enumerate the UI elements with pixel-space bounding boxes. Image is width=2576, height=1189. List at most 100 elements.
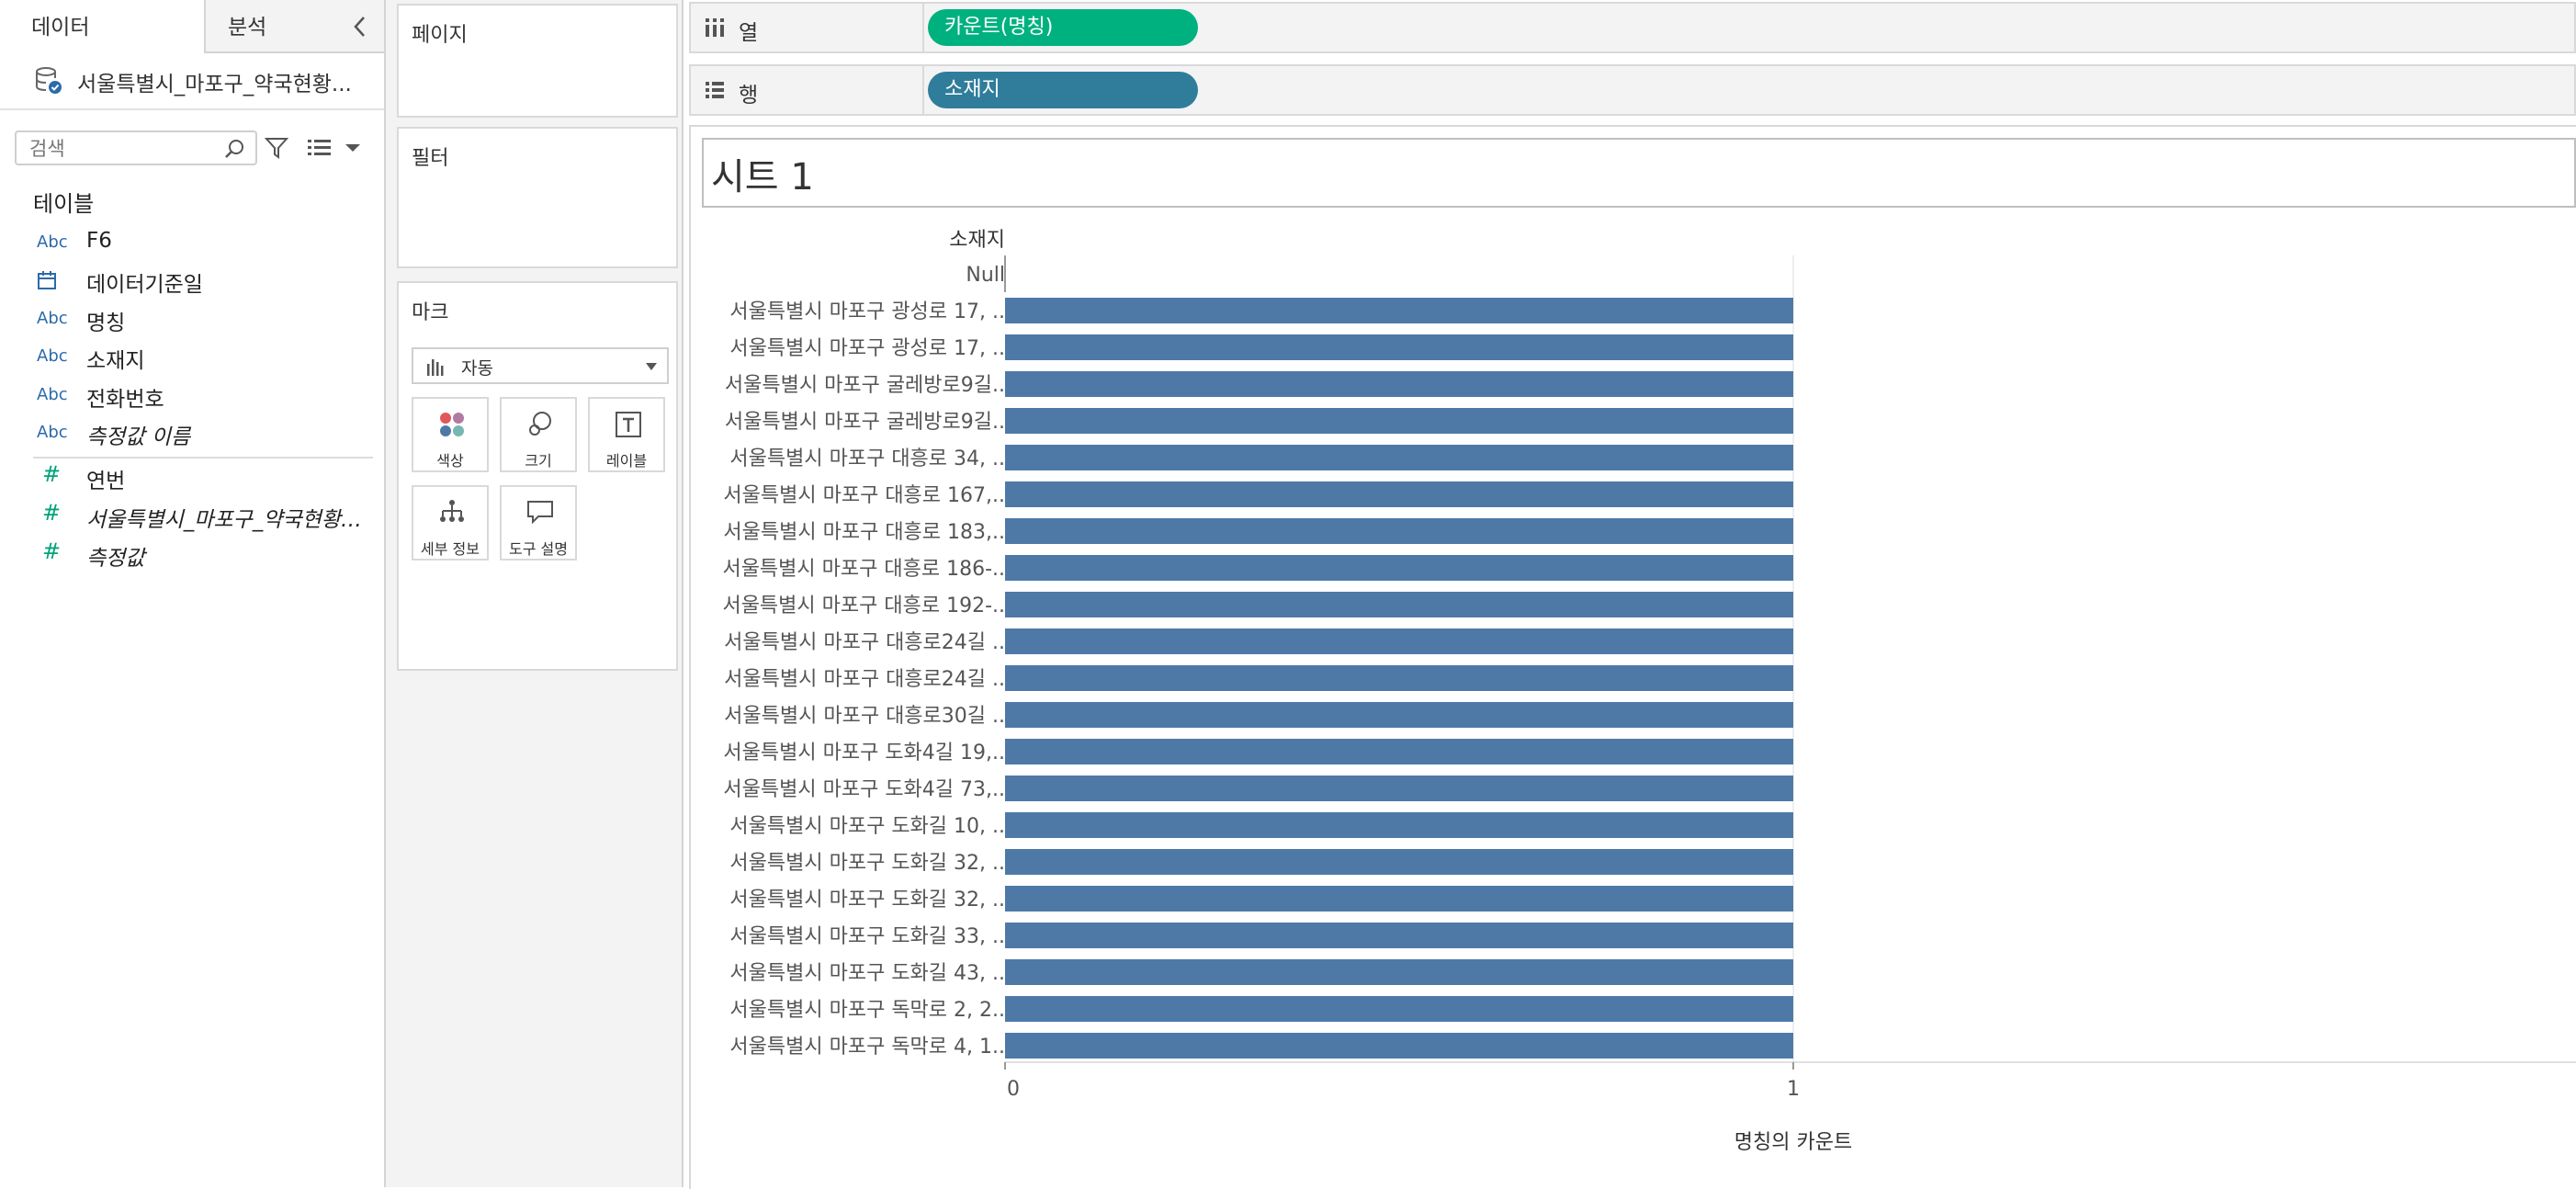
color-button[interactable]: 색상 [412, 397, 489, 472]
tooltip-icon [527, 501, 553, 525]
mark-type-dropdown[interactable]: 자동 [412, 347, 669, 384]
filters-card[interactable]: 필터 [397, 127, 678, 268]
category-label[interactable]: 서울특별시 마포구 도화4길 73,.. [723, 778, 1005, 801]
field-item[interactable]: Abc F6 [0, 225, 384, 262]
category-label[interactable]: 서울특별시 마포구 독막로 2, 2.. [729, 999, 1005, 1022]
bar-chart-icon [427, 359, 444, 376]
search-input[interactable] [28, 134, 215, 164]
field-search[interactable] [15, 130, 257, 165]
list-view-icon[interactable] [307, 136, 333, 160]
category-label[interactable]: 서울특별시 마포구 굴레방로9길.. [725, 374, 1005, 397]
bar[interactable] [1005, 665, 1793, 691]
bar[interactable] [1005, 628, 1793, 654]
field-label: 소재지 [86, 349, 145, 373]
number-type-icon: # [42, 461, 62, 487]
datasource-icon [36, 67, 62, 94]
field-item[interactable]: Abc 전화번호 [0, 378, 384, 414]
field-item[interactable]: # 서울특별시_마포구_약국현황_... [0, 498, 384, 535]
category-label[interactable]: 서울특별시 마포구 대흥로 167,.. [723, 484, 1005, 507]
bar[interactable] [1005, 371, 1793, 397]
tab-data[interactable]: 데이터 [0, 0, 206, 53]
text-label-icon [616, 412, 641, 437]
bar[interactable] [1005, 886, 1793, 912]
category-label[interactable]: 서울특별시 마포구 대흥로24길 .. [724, 668, 1005, 691]
field-item[interactable]: # 연번 [0, 459, 384, 496]
detail-button-label: 세부 정보 [421, 540, 480, 558]
category-label[interactable]: 서울특별시 마포구 도화길 33, .. [729, 925, 1005, 948]
bar[interactable] [1005, 408, 1793, 434]
field-item[interactable]: 데이터기준일 [0, 263, 384, 300]
field-label: 명칭 [86, 311, 126, 335]
chevron-down-icon[interactable] [344, 142, 362, 154]
rows-pill[interactable]: 소재지 [928, 72, 1198, 108]
bar[interactable] [1005, 849, 1793, 875]
category-label[interactable]: 서울특별시 마포구 도화길 32, .. [729, 889, 1005, 912]
field-item[interactable]: Abc 명칭 [0, 301, 384, 338]
bar[interactable] [1005, 518, 1793, 544]
category-label[interactable]: 서울특별시 마포구 도화길 10, .. [729, 815, 1005, 838]
pane-tabs: 데이터 분석 [0, 0, 384, 55]
bar[interactable] [1005, 334, 1793, 360]
detail-button[interactable]: 세부 정보 [412, 485, 489, 561]
columns-shelf-header: 열 [691, 4, 924, 51]
columns-shelf[interactable]: 열 카운트(명칭) [689, 2, 2576, 53]
field-item[interactable]: Abc 소재지 [0, 339, 384, 376]
bar[interactable] [1005, 298, 1793, 323]
category-label[interactable]: Null [966, 264, 1005, 287]
color-icon [440, 413, 464, 436]
x-tick-label: 1 [1787, 1078, 1800, 1101]
category-label[interactable]: 서울특별시 마포구 독막로 4, 1.. [729, 1036, 1005, 1059]
category-label[interactable]: 서울특별시 마포구 도화4길 19,.. [723, 742, 1005, 764]
bar[interactable] [1005, 445, 1793, 470]
bar[interactable] [1005, 923, 1793, 948]
category-label[interactable]: 서울특별시 마포구 대흥로24길 .. [724, 631, 1005, 654]
mark-type-label: 자동 [461, 358, 493, 379]
category-label[interactable]: 서울특별시 마포구 도화길 43, .. [729, 962, 1005, 985]
filter-icon[interactable] [265, 136, 288, 160]
bar[interactable] [1005, 481, 1793, 507]
rows-shelf-header: 행 [691, 66, 924, 114]
bar[interactable] [1005, 812, 1793, 838]
bar[interactable] [1005, 959, 1793, 985]
bar[interactable] [1005, 555, 1793, 581]
collapse-pane-icon[interactable] [351, 15, 369, 39]
category-label[interactable]: 서울특별시 마포구 대흥로 34, .. [729, 447, 1005, 470]
category-label[interactable]: 서울특별시 마포구 광성로 17, .. [729, 337, 1005, 360]
x-tick-label: 0 [1007, 1078, 1020, 1101]
category-label[interactable]: 서울특별시 마포구 대흥로30길 .. [724, 705, 1005, 728]
field-label: 측정값 [86, 547, 145, 571]
category-label[interactable]: 서울특별시 마포구 대흥로 192-.. [722, 594, 1005, 617]
field-label: 연번 [86, 470, 126, 493]
bar[interactable] [1005, 592, 1793, 617]
bar[interactable] [1005, 702, 1793, 728]
pages-card[interactable]: 페이지 [397, 4, 678, 118]
string-type-icon: Abc [37, 309, 68, 328]
plot-area: Null 서울특별시 마포구 광성로 17, .. 서울특별시 마포구 광성로 17… [722, 255, 1794, 1062]
chevron-down-icon [646, 363, 657, 370]
field-item[interactable]: Abc 측정값 이름 [0, 415, 384, 452]
field-item[interactable]: # 측정값 [0, 537, 384, 573]
size-button[interactable]: 크기 [500, 397, 577, 472]
category-label[interactable]: 서울특별시 마포구 광성로 17, .. [729, 300, 1005, 323]
label-button[interactable]: 레이블 [588, 397, 665, 472]
marks-card-title: 마크 [412, 301, 449, 324]
bar[interactable] [1005, 996, 1793, 1022]
rows-icon [706, 82, 724, 98]
field-label: 전화번호 [86, 388, 164, 412]
category-label[interactable]: 서울특별시 마포구 도화길 32, .. [729, 852, 1005, 875]
rows-shelf-label: 행 [739, 84, 759, 108]
detail-icon [440, 500, 464, 522]
bar[interactable] [1005, 776, 1793, 801]
x-axis-title: 명칭의 카운트 [1734, 1131, 1852, 1154]
datasource-row[interactable]: 서울특별시_마포구_약국현황... [33, 62, 373, 99]
tooltip-button[interactable]: 도구 설명 [500, 485, 577, 561]
category-label[interactable]: 서울특별시 마포구 굴레방로9길.. [725, 411, 1005, 434]
bar-chart: 소재지 Null 서울특별시 마포구 광성로 17, .. 서울특별시 마포구 광성로… [722, 229, 2576, 1154]
category-label[interactable]: 서울특별시 마포구 대흥로 183,.. [723, 521, 1005, 544]
bar[interactable] [1005, 739, 1793, 764]
category-label[interactable]: 서울특별시 마포구 대흥로 186-.. [722, 558, 1005, 581]
bar[interactable] [1005, 1033, 1793, 1059]
columns-pill[interactable]: 카운트(명칭) [928, 9, 1198, 46]
rows-shelf[interactable]: 행 소재지 [689, 64, 2576, 116]
number-type-icon: # [42, 538, 62, 564]
